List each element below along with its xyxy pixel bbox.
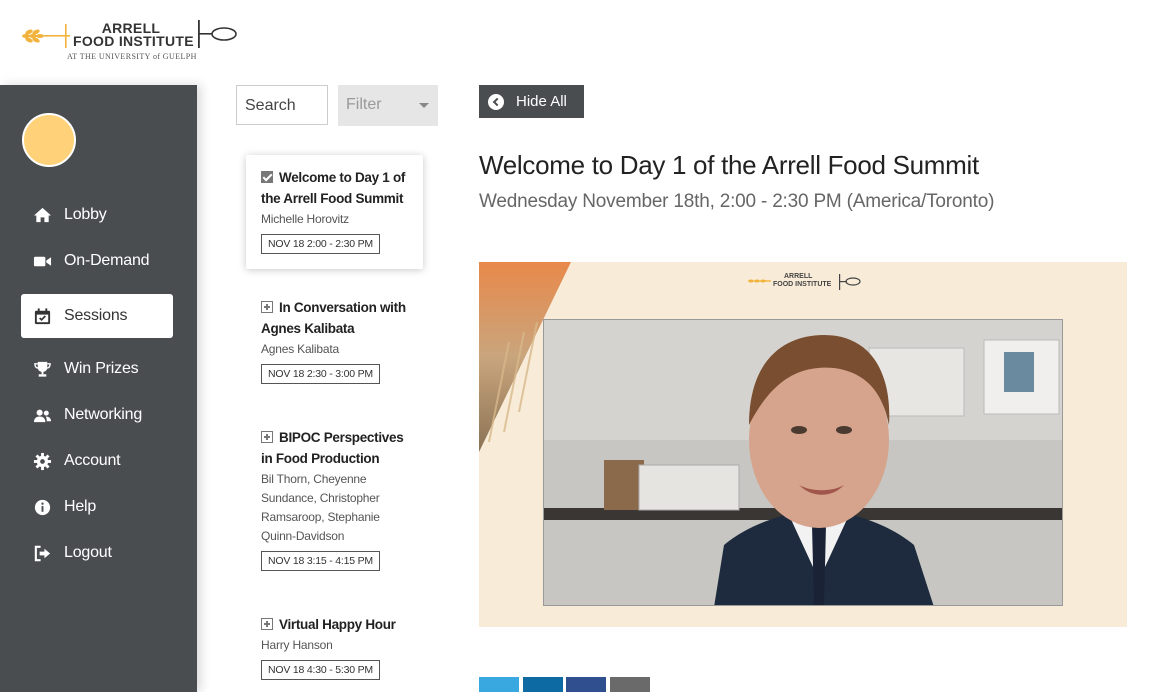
info-icon <box>34 499 51 515</box>
nav-label: Logout <box>64 544 112 561</box>
session-heading: Welcome to Day 1 of the Arrell Food Summ… <box>479 150 979 180</box>
speaker-line: Harry Hanson <box>261 638 333 652</box>
nav-item-help[interactable]: Help <box>21 485 173 529</box>
home-icon <box>33 207 52 222</box>
session-datetime: Wednesday November 18th, 2:00 - 2:30 PM … <box>479 191 995 212</box>
session-title: Virtual Happy Hour <box>261 614 421 635</box>
speaker-line: Quinn-Davidson <box>261 529 345 543</box>
twitter-icon[interactable] <box>479 677 519 692</box>
users-icon <box>33 409 52 422</box>
session-item[interactable]: Welcome to Day 1 of the Arrell Food Summi… <box>261 167 421 254</box>
sidebar: Lobby On-Demand Sessions Win Prizes Netw… <box>0 85 197 692</box>
speaker-line: Michelle Horovitz <box>261 212 349 226</box>
speaker-line: Bil Thorn, Cheyenne <box>261 472 367 486</box>
nav-item-win-prizes[interactable]: Win Prizes <box>21 347 173 391</box>
session-title-line2: Agnes Kalibata <box>261 321 355 336</box>
facebook-icon[interactable] <box>566 677 606 692</box>
video-logo-line2: FOOD INSTITUTE <box>773 281 832 288</box>
expand-plus-icon[interactable] <box>261 431 273 443</box>
expand-plus-icon[interactable] <box>261 618 273 630</box>
session-title-line2: the Arrell Food Summit <box>261 191 404 206</box>
checkbox-checked-icon[interactable] <box>261 171 273 183</box>
nav-label: Networking <box>64 406 143 423</box>
fork-icon <box>198 20 237 48</box>
session-item[interactable]: Virtual Happy Hour Harry Hanson NOV 18 4… <box>261 614 421 680</box>
session-speakers: Agnes Kalibata <box>261 340 421 359</box>
hide-all-label: Hide All <box>516 93 567 110</box>
logo-line3: AT THE UNIVERSITY of GUELPH <box>67 52 197 61</box>
email-icon[interactable] <box>610 677 650 692</box>
logout-icon <box>34 545 51 561</box>
chevron-left-circle-icon <box>488 93 504 110</box>
nav-item-on-demand[interactable]: On-Demand <box>21 239 173 283</box>
session-time-badge: NOV 18 2:30 - 3:00 PM <box>261 364 380 384</box>
logo-line2: FOOD INSTITUTE <box>73 33 194 49</box>
chevron-down-icon <box>419 103 429 108</box>
nav-label: Sessions <box>64 307 128 324</box>
filter-select[interactable]: Filter <box>338 85 438 126</box>
search-input[interactable]: Search <box>236 85 328 125</box>
avatar[interactable] <box>22 113 76 167</box>
nav-item-lobby[interactable]: Lobby <box>21 193 173 237</box>
nav-item-networking[interactable]: Networking <box>21 393 173 437</box>
trophy-icon <box>34 361 51 377</box>
session-time-badge: NOV 18 3:15 - 4:15 PM <box>261 551 380 571</box>
session-title-line1: BIPOC Perspectives <box>279 430 404 445</box>
hide-all-button[interactable]: Hide All <box>479 85 584 118</box>
session-title-line1: Virtual Happy Hour <box>279 617 396 632</box>
nav-item-logout[interactable]: Logout <box>21 531 173 575</box>
nav-label: Help <box>64 498 97 515</box>
linkedin-icon[interactable] <box>523 677 563 692</box>
gear-icon <box>33 452 52 470</box>
nav-label: Account <box>64 452 121 469</box>
session-time-badge: NOV 18 2:00 - 2:30 PM <box>261 234 380 254</box>
wheat-icon <box>22 24 70 48</box>
video-logo-line1: ARRELL <box>784 273 813 280</box>
session-title: Welcome to Day 1 of the Arrell Food Summi… <box>261 167 421 209</box>
site-logo[interactable]: ARRELL FOOD INSTITUTE AT THE UNIVERSITY … <box>0 0 1155 85</box>
session-time-badge: NOV 18 4:30 - 5:30 PM <box>261 660 380 680</box>
expand-plus-icon[interactable] <box>261 301 273 313</box>
session-title-line2: in Food Production <box>261 451 380 466</box>
nav-item-account[interactable]: Account <box>21 439 173 483</box>
filter-label: Filter <box>346 96 382 113</box>
video-camera-icon <box>33 256 52 266</box>
speaker-image <box>544 320 1062 605</box>
speaker-video-frame <box>543 319 1063 606</box>
session-item[interactable]: In Conversation with Agnes Kalibata Agnes… <box>261 297 421 384</box>
speaker-line: Sundance, Christopher <box>261 491 380 505</box>
session-title-line1: Welcome to Day 1 of <box>279 170 406 185</box>
session-speakers: Harry Hanson <box>261 636 421 655</box>
nav-label: Lobby <box>64 206 107 223</box>
video-player[interactable]: ARRELL FOOD INSTITUTE <box>479 262 1127 627</box>
nav-label: Win Prizes <box>64 360 139 377</box>
speaker-line: Agnes Kalibata <box>261 342 339 356</box>
session-item[interactable]: BIPOC Perspectives in Food Production Bil… <box>261 427 421 571</box>
session-speakers: Michelle Horovitz <box>261 210 421 229</box>
calendar-icon <box>34 307 51 324</box>
session-speakers: Bil Thorn, Cheyenne Sundance, Christophe… <box>261 470 421 546</box>
session-title-line1: In Conversation with <box>279 300 406 315</box>
speaker-line: Ramsaroop, Stephanie <box>261 510 380 524</box>
nav-item-sessions[interactable]: Sessions <box>21 294 173 338</box>
session-title: BIPOC Perspectives in Food Production <box>261 427 421 469</box>
nav-label: On-Demand <box>64 252 150 269</box>
session-title: In Conversation with Agnes Kalibata <box>261 297 421 339</box>
